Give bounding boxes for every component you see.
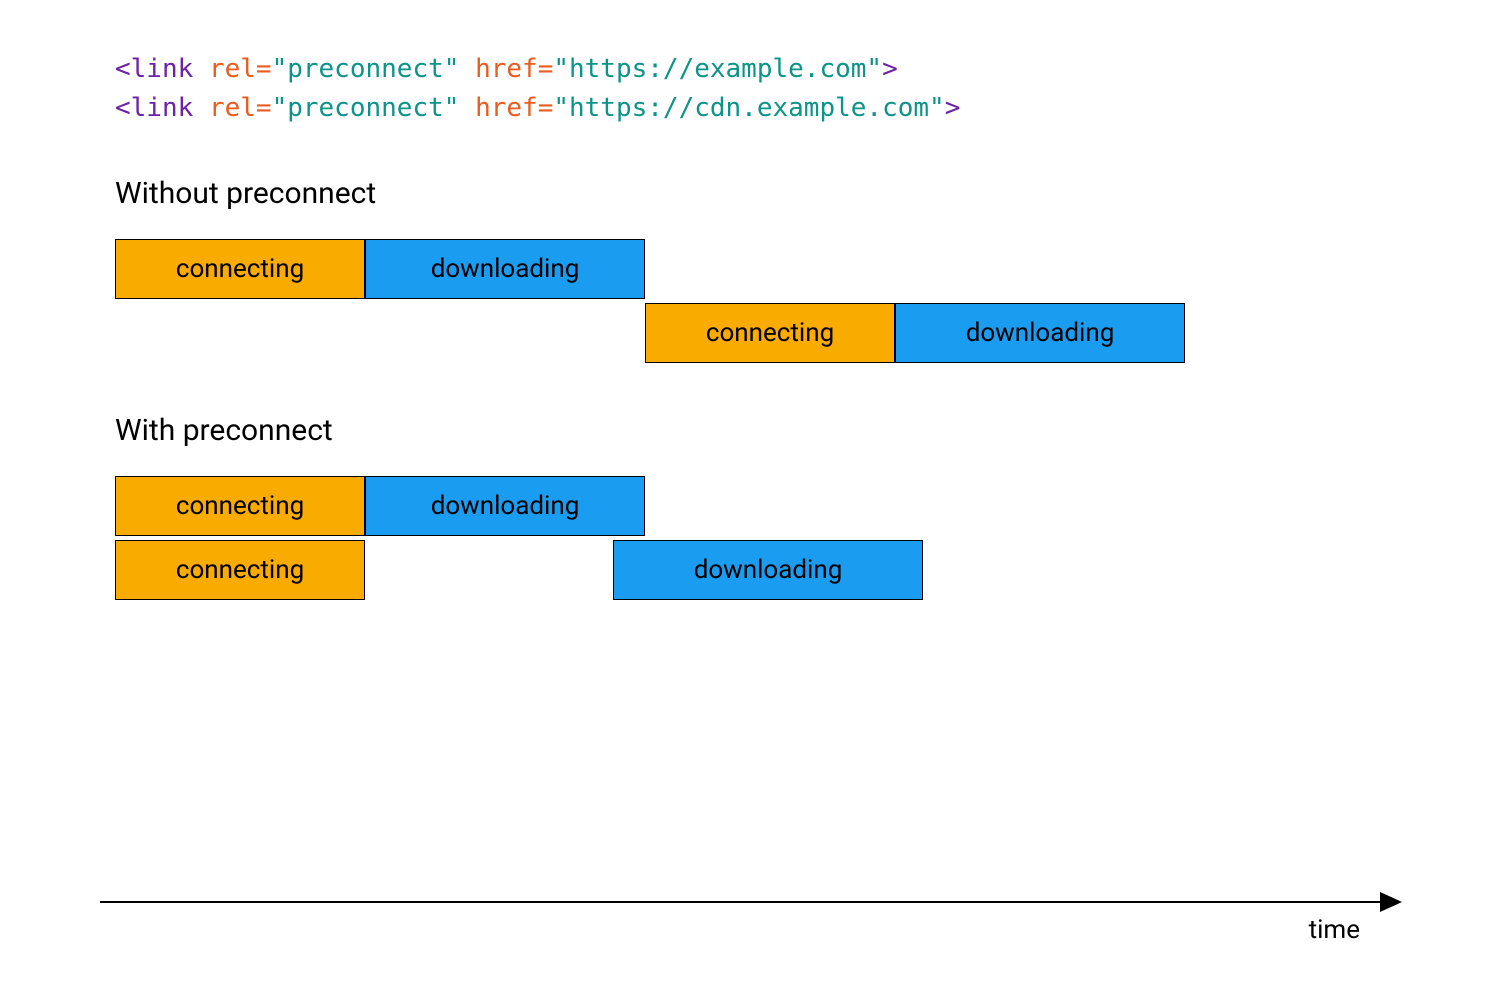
timeline-row: connectingdownloading	[115, 303, 1195, 363]
section-title-with: With preconnect	[115, 413, 1373, 448]
code-equals: =	[256, 93, 272, 123]
code-attr: rel	[209, 93, 256, 123]
code-bracket: <	[115, 93, 131, 123]
code-space	[193, 93, 209, 123]
timeline-without: connectingdownloadingconnectingdownloadi…	[115, 239, 1195, 363]
code-equals: =	[256, 54, 272, 84]
code-tag: link	[131, 93, 194, 123]
section-without-preconnect: Without preconnect connectingdownloading…	[115, 176, 1373, 363]
section-title-without: Without preconnect	[115, 176, 1373, 211]
segment-connecting: connecting	[645, 303, 895, 363]
segment-downloading: downloading	[365, 239, 645, 299]
code-attr: href	[475, 93, 538, 123]
code-line: <link rel="preconnect" href="https://cdn…	[115, 89, 1373, 128]
time-axis: time	[100, 901, 1400, 903]
code-attr: href	[475, 54, 538, 84]
timeline-with: connectingdownloadingconnectingdownloadi…	[115, 476, 1195, 600]
code-equals: =	[538, 93, 554, 123]
code-space	[459, 93, 475, 123]
code-bracket: >	[882, 54, 898, 84]
code-line: <link rel="preconnect" href="https://exa…	[115, 50, 1373, 89]
arrow-right-icon	[1380, 892, 1402, 912]
timeline-row: connecting downloading	[115, 540, 1195, 600]
timeline-row: connectingdownloading	[115, 239, 1195, 299]
code-space	[193, 54, 209, 84]
segment-connecting: connecting	[115, 239, 365, 299]
axis-line	[100, 901, 1400, 903]
code-space	[459, 54, 475, 84]
timeline-row: connectingdownloading	[115, 476, 1195, 536]
code-value: "preconnect"	[272, 54, 460, 84]
code-example: <link rel="preconnect" href="https://exa…	[115, 50, 1373, 128]
code-bracket: <	[115, 54, 131, 84]
segment-connecting: connecting	[115, 476, 365, 536]
segment-downloading: downloading	[365, 476, 645, 536]
segment-downloading: downloading	[613, 540, 923, 600]
code-attr: rel	[209, 54, 256, 84]
code-value: "preconnect"	[272, 93, 460, 123]
code-equals: =	[538, 54, 554, 84]
code-tag: link	[131, 54, 194, 84]
axis-label: time	[1309, 915, 1360, 945]
code-value: "https://cdn.example.com"	[553, 93, 944, 123]
section-with-preconnect: With preconnect connectingdownloadingcon…	[115, 413, 1373, 600]
code-bracket: >	[945, 93, 961, 123]
code-value: "https://example.com"	[553, 54, 882, 84]
segment-downloading: downloading	[895, 303, 1185, 363]
segment-connecting: connecting	[115, 540, 365, 600]
